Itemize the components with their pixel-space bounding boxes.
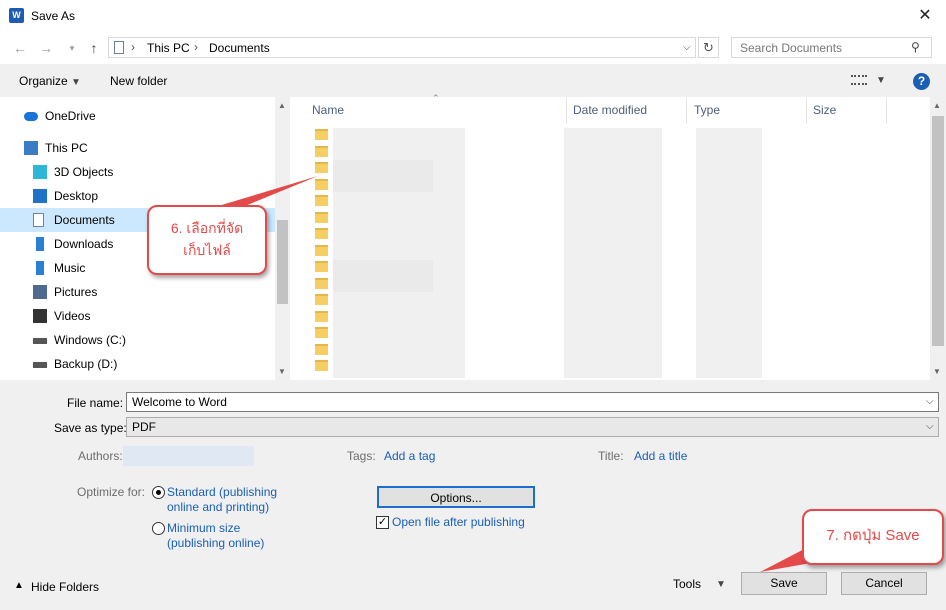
callout-step-6-line-1: 6. เลือกที่จัด: [170, 220, 244, 236]
callout-step-7: 7. กดปุ่ม Save: [802, 509, 944, 565]
callout-step-6-line-2: เก็บไฟล์: [183, 242, 231, 258]
callout-step-6: 6. เลือกที่จัด เก็บไฟล์: [147, 205, 267, 275]
